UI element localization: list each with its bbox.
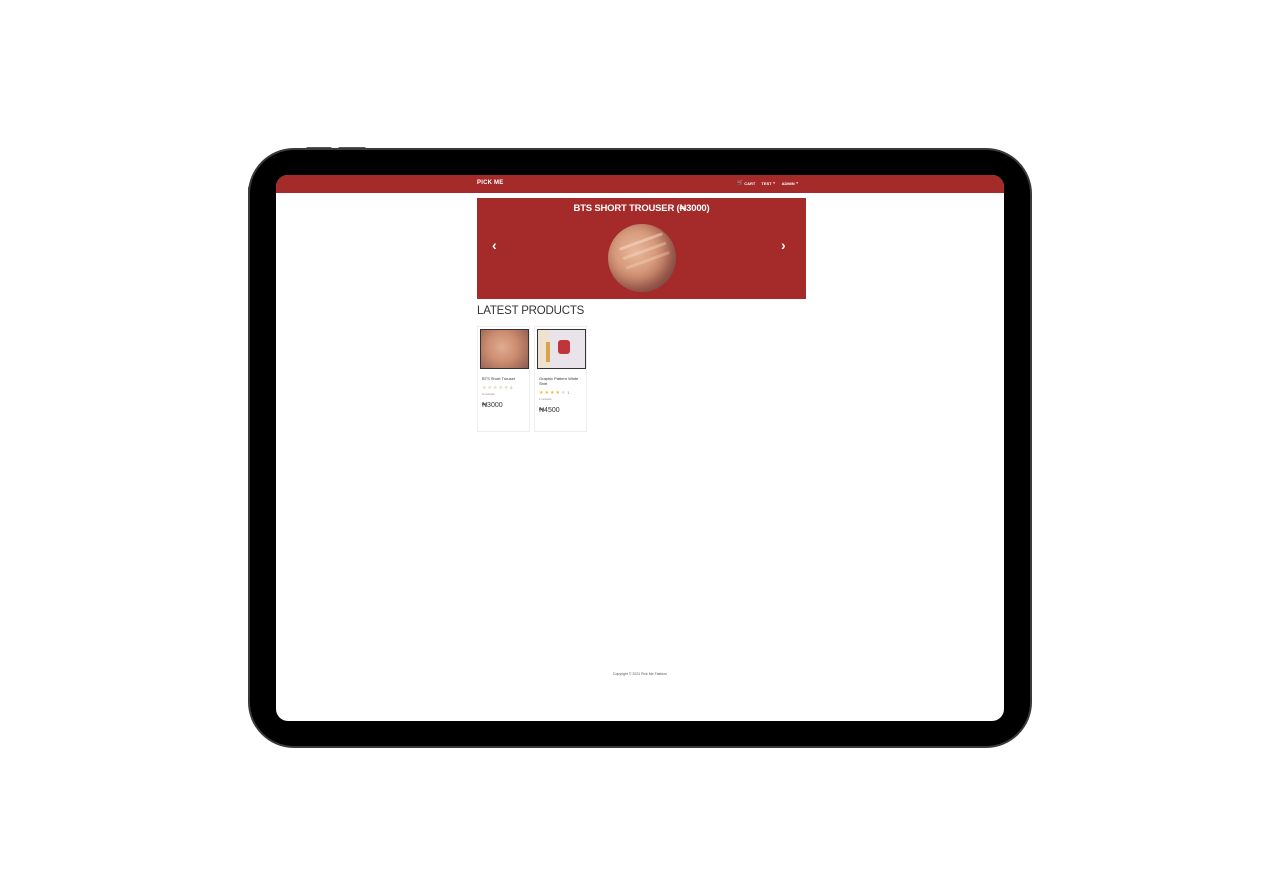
product-name[interactable]: Graphic Pattern White Shirt bbox=[537, 376, 584, 386]
star-empty-icon: ★ bbox=[492, 385, 498, 391]
nav-test-label: TEST bbox=[761, 180, 772, 186]
star-empty-icon: ★ bbox=[482, 385, 487, 391]
star-full-icon: ★ bbox=[539, 390, 544, 396]
product-image[interactable] bbox=[537, 329, 586, 369]
product-card[interactable]: BTS Short Trouser ★ ★ ★ ★ ★ 0 0 reviews … bbox=[477, 326, 530, 432]
product-list: BTS Short Trouser ★ ★ ★ ★ ★ 0 0 reviews … bbox=[477, 326, 587, 432]
product-carousel[interactable]: BTS SHORT TROUSER (₦3000) ‹ › bbox=[477, 198, 806, 299]
cart-icon: 🛒 bbox=[737, 180, 744, 186]
rating-count: 0 bbox=[510, 386, 513, 390]
chevron-down-icon: ▼ bbox=[795, 181, 799, 185]
chevron-left-icon[interactable]: ‹ bbox=[492, 238, 497, 252]
latest-products-heading: LATEST PRODUCTS bbox=[477, 305, 585, 317]
navbar: PICK ME 🛒 CART TEST ▼ ADMIN ▼ bbox=[276, 175, 1004, 193]
brand-logo[interactable]: PICK ME bbox=[477, 180, 503, 186]
star-empty-icon: ★ bbox=[487, 385, 492, 391]
product-reviews: 0 reviews bbox=[482, 392, 495, 396]
product-rating: ★ ★ ★ ★ ★ 0 bbox=[480, 385, 527, 391]
product-card[interactable]: Graphic Pattern White Shirt ★ ★ ★ ★ ★ 1 … bbox=[534, 326, 587, 432]
tablet-screen: PICK ME 🛒 CART TEST ▼ ADMIN ▼ BTS SHORT … bbox=[276, 175, 1004, 721]
product-reviews: 1 reviews bbox=[539, 397, 552, 401]
star-empty-icon: ★ bbox=[503, 385, 509, 391]
footer-copyright: Copyright © 2021 Pick Me Fashion bbox=[612, 672, 668, 676]
star-full-icon: ★ bbox=[549, 390, 555, 396]
product-price: ₦4500 bbox=[539, 407, 560, 414]
carousel-title[interactable]: BTS SHORT TROUSER (₦3000) bbox=[477, 203, 806, 214]
star-half-icon: ★ bbox=[555, 390, 560, 396]
nav-links: 🛒 CART TEST ▼ ADMIN ▼ bbox=[737, 180, 799, 186]
product-rating: ★ ★ ★ ★ ★ 1 bbox=[537, 390, 584, 396]
carousel-image[interactable] bbox=[608, 224, 676, 292]
star-empty-icon: ★ bbox=[560, 390, 566, 396]
star-full-icon: ★ bbox=[544, 390, 549, 396]
product-price: ₦3000 bbox=[482, 402, 503, 409]
chevron-right-icon[interactable]: › bbox=[781, 238, 786, 252]
product-name[interactable]: BTS Short Trouser bbox=[480, 376, 527, 381]
chevron-down-icon: ▼ bbox=[772, 181, 776, 185]
star-empty-icon: ★ bbox=[498, 385, 503, 391]
nav-cart[interactable]: 🛒 CART bbox=[737, 180, 755, 186]
product-image[interactable] bbox=[480, 329, 529, 369]
nav-test-dropdown[interactable]: TEST ▼ bbox=[761, 181, 775, 186]
rating-count: 1 bbox=[567, 391, 570, 395]
nav-cart-label: CART bbox=[744, 180, 756, 186]
nav-admin-label: ADMIN bbox=[781, 180, 795, 186]
nav-admin-dropdown[interactable]: ADMIN ▼ bbox=[782, 181, 799, 186]
